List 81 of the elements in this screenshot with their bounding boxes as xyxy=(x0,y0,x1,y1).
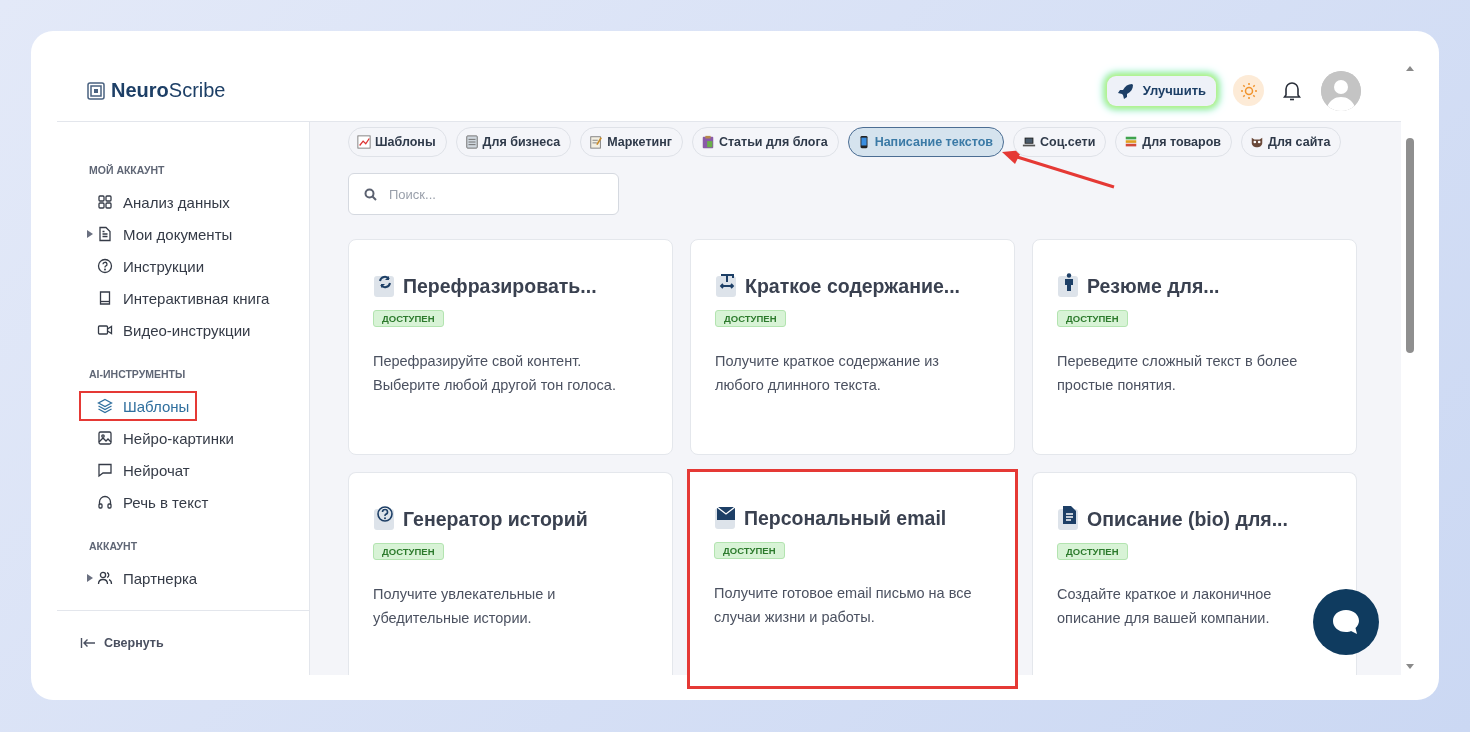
help-icon xyxy=(97,258,113,274)
question-icon xyxy=(373,503,397,531)
category-tab[interactable]: Маркетинг xyxy=(580,127,683,157)
collapse-icon xyxy=(80,637,96,649)
template-card[interactable]: Описание (bio) для... ДОСТУПЕН Создайте краткое и лаконичное описание для вашей компании. xyxy=(1032,472,1357,675)
sun-icon xyxy=(1239,81,1258,100)
laptop-icon xyxy=(1021,135,1036,149)
status-badge: ДОСТУПЕН xyxy=(714,542,785,559)
grid-icon xyxy=(97,194,113,210)
category-tab[interactable]: Для сайта xyxy=(1241,127,1342,157)
collapse-button[interactable]: Свернуть xyxy=(80,636,164,650)
sidebar-item[interactable]: Анализ данных xyxy=(87,186,230,218)
card-description: Получите увлекательные и убедительные истории. xyxy=(373,585,557,628)
card-title: Генератор историй xyxy=(403,508,588,531)
chat-icon xyxy=(1331,608,1361,636)
category-tab[interactable]: Для бизнеса xyxy=(455,127,572,157)
upgrade-button[interactable]: Улучшить xyxy=(1106,75,1216,106)
template-card[interactable]: Перефразировать... ДОСТУПЕН Перефразируйте свой контент. Выберите любой другой тон голоса. xyxy=(348,239,673,455)
person-icon xyxy=(1057,270,1081,298)
scroll-thumb[interactable] xyxy=(1406,138,1414,353)
status-badge: ДОСТУПЕН xyxy=(1057,543,1128,560)
rocket-icon xyxy=(1116,82,1133,99)
template-card[interactable]: Резюме для... ДОСТУПЕН Переведите сложный текст в более простые понятия. xyxy=(1032,239,1357,455)
video-icon xyxy=(97,322,113,338)
card-title: Персональный email xyxy=(744,507,947,530)
mask-icon xyxy=(1250,135,1264,149)
section-title: АККАУНТ xyxy=(89,540,138,552)
clipboard-icon xyxy=(700,135,715,149)
card-title: Резюме для... xyxy=(1087,275,1220,298)
logo-text: NeuroScribe xyxy=(111,79,226,102)
card-title: Описание (bio) для... xyxy=(1087,508,1288,531)
template-card[interactable]: Краткое содержание... ДОСТУПЕН Получите краткое содержание из любого длинного текста. xyxy=(690,239,1015,455)
chart-icon xyxy=(357,135,371,149)
layers-icon xyxy=(97,398,113,414)
sidebar-item[interactable]: Шаблоны xyxy=(83,395,194,417)
category-tab[interactable]: Соц.сети xyxy=(1012,127,1107,157)
category-tab[interactable]: Для товаров xyxy=(1115,127,1232,157)
sidebar-item[interactable]: Инструкции xyxy=(87,250,205,282)
books-icon xyxy=(1124,135,1139,149)
card-description: Создайте краткое и лаконичное описание для вашей компании. xyxy=(1057,585,1273,628)
notebook-icon xyxy=(464,135,479,149)
category-tab[interactable]: Написание текстов xyxy=(847,127,1004,157)
template-card[interactable]: Персональный email ДОСТУПЕН Получите готовое email письмо на все случаи жизни и работы. xyxy=(687,469,1018,689)
theme-toggle[interactable] xyxy=(1233,75,1264,106)
users-icon xyxy=(97,570,113,586)
avatar[interactable] xyxy=(1321,70,1361,111)
caret-icon[interactable] xyxy=(87,574,93,582)
sidebar-item[interactable]: Видео-инструкции xyxy=(87,314,251,346)
sidebar-item[interactable]: Нейрочат xyxy=(87,454,190,486)
chat-icon xyxy=(97,462,113,478)
template-card[interactable]: Генератор историй ДОСТУПЕН Получите увлекательные и убедительные истории. xyxy=(348,472,673,675)
sidebar-item[interactable]: Нейро-картинки xyxy=(87,422,234,454)
card-description: Перефразируйте свой контент. Выберите любой другой тон голоса. xyxy=(373,352,617,395)
status-badge: ДОСТУПЕН xyxy=(373,543,444,560)
sidebar-item[interactable]: Речь в текст xyxy=(87,486,209,518)
sidebar-item[interactable]: Партнерка xyxy=(87,562,198,594)
card-description: Получите краткое содержание из любого длинного текста. xyxy=(715,352,941,395)
search-field[interactable]: Поиск... xyxy=(348,173,619,215)
caret-icon[interactable] xyxy=(87,230,93,238)
card-description: Переведите сложный текст в более простые понятия. xyxy=(1057,352,1299,395)
section-title: AI-ИНСТРУМЕНТЫ xyxy=(89,368,186,380)
category-tab[interactable]: Шаблоны xyxy=(348,127,447,157)
headphones-icon xyxy=(97,494,113,510)
search-icon xyxy=(364,188,377,201)
status-badge: ДОСТУПЕН xyxy=(715,310,786,327)
book-icon xyxy=(97,290,113,306)
memo-icon xyxy=(589,135,604,149)
logo-icon xyxy=(87,81,105,100)
category-tab[interactable]: Статьи для блога xyxy=(691,127,839,157)
card-title: Краткое содержание... xyxy=(745,275,961,298)
sidebar-item[interactable]: Интерактивная книга xyxy=(87,282,270,314)
card-title: Перефразировать... xyxy=(403,275,597,298)
status-badge: ДОСТУПЕН xyxy=(1057,310,1128,327)
document-icon xyxy=(97,226,113,242)
card-description: Получите готовое email письмо на все случаи жизни и работы. xyxy=(714,584,973,627)
bell-icon[interactable] xyxy=(1283,80,1301,101)
file-icon xyxy=(1057,503,1081,531)
image-icon xyxy=(97,430,113,446)
status-badge: ДОСТУПЕН xyxy=(373,310,444,327)
sidebar-item[interactable]: Мои документы xyxy=(87,218,233,250)
section-title: МОЙ АККАУНТ xyxy=(89,164,165,176)
